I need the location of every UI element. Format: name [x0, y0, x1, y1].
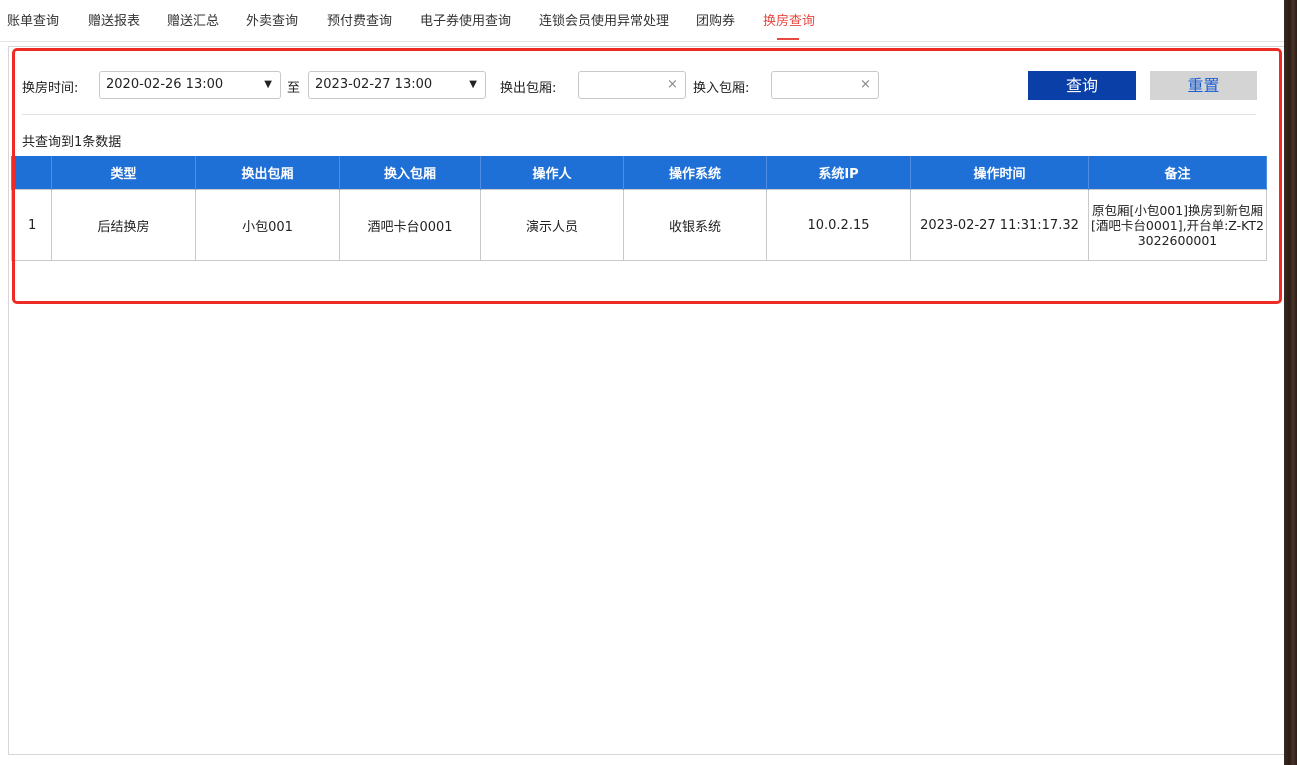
col-header-type[interactable]: 类型: [51, 156, 196, 190]
result-summary: 共查询到1条数据: [22, 135, 122, 150]
col-header-note[interactable]: 备注: [1088, 156, 1267, 190]
table-row[interactable]: 1 后结换房 小包001 酒吧卡台0001 演示人员 收银系统 10.0.2.1…: [11, 189, 1267, 261]
tab-gift-report[interactable]: 赠送报表: [88, 10, 140, 29]
caret-down-icon: ▼: [264, 79, 272, 90]
main-panel: [8, 46, 1285, 755]
tab-chain-member-exception[interactable]: 连锁会员使用异常处理: [539, 10, 669, 29]
col-header-operator[interactable]: 操作人: [480, 156, 624, 190]
room-change-table: 类型 换出包厢 换入包厢 操作人 操作系统 系统IP 操作时间 备注 1 后结换…: [11, 156, 1267, 261]
col-header-time[interactable]: 操作时间: [910, 156, 1089, 190]
tab-takeout-query[interactable]: 外卖查询: [246, 10, 298, 29]
col-header-system[interactable]: 操作系统: [623, 156, 767, 190]
out-room-label: 换出包厢:: [500, 81, 557, 96]
tab-gift-summary[interactable]: 赠送汇总: [167, 10, 219, 29]
tab-room-change-query[interactable]: 换房查询: [763, 10, 815, 29]
cell-out-room: 小包001: [195, 189, 340, 261]
tab-bill-query[interactable]: 账单查询: [7, 10, 59, 29]
col-header-ip[interactable]: 系统IP: [766, 156, 911, 190]
tab-prepaid-query[interactable]: 预付费查询: [327, 10, 392, 29]
tab-group-coupon[interactable]: 团购券: [696, 10, 735, 29]
cell-type: 后结换房: [51, 189, 196, 261]
in-room-label: 换入包厢:: [693, 81, 750, 96]
col-header-out-room[interactable]: 换出包厢: [195, 156, 340, 190]
cell-note: 原包厢[小包001]换房到新包厢[酒吧卡台0001],开台单:Z-KT23022…: [1088, 189, 1267, 261]
start-time-value: 2020-02-26 13:00: [106, 77, 224, 92]
window-edge: [1284, 0, 1297, 765]
col-header-index: [11, 156, 52, 190]
cell-operator: 演示人员: [480, 189, 624, 261]
table-header-row: 类型 换出包厢 换入包厢 操作人 操作系统 系统IP 操作时间 备注: [11, 156, 1267, 190]
col-header-in-room[interactable]: 换入包厢: [339, 156, 481, 190]
room-change-time-label: 换房时间:: [22, 81, 79, 96]
end-time-select[interactable]: 2023-02-27 13:00 ▼: [308, 71, 486, 99]
tab-ecoupon-query[interactable]: 电子券使用查询: [420, 10, 511, 29]
cell-in-room: 酒吧卡台0001: [339, 189, 481, 261]
in-room-clear-icon[interactable]: ×: [860, 77, 871, 92]
filter-divider: [22, 114, 1256, 115]
to-label: 至: [287, 81, 301, 96]
query-button[interactable]: 查询: [1028, 71, 1136, 100]
start-time-select[interactable]: 2020-02-26 13:00 ▼: [99, 71, 281, 99]
page: 账单查询 赠送报表 赠送汇总 外卖查询 预付费查询 电子券使用查询 连锁会员使用…: [0, 0, 1297, 765]
active-tab-indicator: [777, 38, 799, 40]
cell-time: 2023-02-27 11:31:17.32: [910, 189, 1089, 261]
caret-down-icon: ▼: [469, 79, 477, 90]
cell-index: 1: [11, 189, 52, 261]
top-tab-bar: 账单查询 赠送报表 赠送汇总 外卖查询 预付费查询 电子券使用查询 连锁会员使用…: [0, 0, 1284, 42]
reset-button[interactable]: 重置: [1150, 71, 1257, 100]
cell-ip: 10.0.2.15: [766, 189, 911, 261]
out-room-clear-icon[interactable]: ×: [667, 77, 678, 92]
end-time-value: 2023-02-27 13:00: [315, 77, 433, 92]
cell-system: 收银系统: [623, 189, 767, 261]
